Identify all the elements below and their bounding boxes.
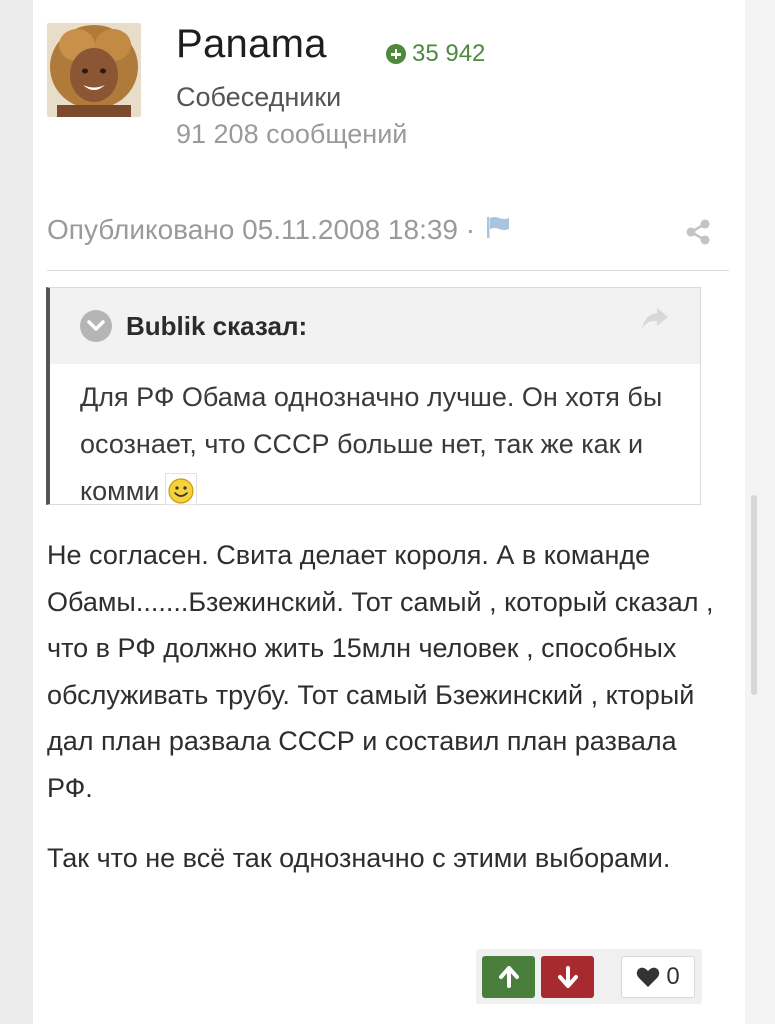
arrow-down-icon — [557, 966, 578, 988]
scrollbar-thumb[interactable] — [751, 495, 757, 695]
arrow-up-icon — [498, 966, 519, 988]
downvote-button[interactable] — [541, 956, 594, 998]
scrollbar-track[interactable] — [745, 0, 775, 1024]
divider — [47, 270, 729, 271]
author-name[interactable]: Panama — [176, 22, 327, 67]
plus-circle-icon — [386, 44, 406, 64]
quote-author: Bublik сказал: — [126, 310, 308, 341]
published-date[interactable]: Опубликовано 05.11.2008 18:39 · — [47, 214, 475, 246]
author-group: Собеседники — [176, 82, 342, 112]
quote-header[interactable]: Bublik сказал: — [50, 288, 700, 364]
post-paragraph: Так что не всё так однозначно с этими вы… — [47, 843, 671, 873]
share-icon[interactable] — [684, 218, 712, 251]
like-count: 0 — [666, 963, 680, 990]
chevron-down-icon[interactable] — [80, 310, 112, 342]
post-paragraph: Не согласен. Свита делает короля. А в ко… — [47, 540, 714, 803]
reaction-bar: 0 — [476, 949, 702, 1004]
heart-icon — [637, 967, 660, 987]
reputation-count: 35 942 — [412, 40, 486, 67]
quote-text: Для РФ Обама однозначно лучше. Он хотя б… — [50, 364, 700, 515]
post-meta: Опубликовано 05.11.2008 18:39 · — [47, 214, 511, 246]
like-button[interactable]: 0 — [621, 956, 695, 998]
upvote-button[interactable] — [482, 956, 535, 998]
post-content: Не согласен. Свита делает короля. А в ко… — [47, 532, 727, 906]
reputation-badge: 35 942 — [386, 40, 485, 68]
avatar[interactable] — [47, 23, 141, 117]
author-post-count: 91 208 сообщений — [176, 119, 408, 149]
smiley-icon — [165, 473, 198, 505]
go-to-quote-icon[interactable] — [640, 306, 670, 337]
flag-icon[interactable] — [485, 214, 511, 246]
quote-block: Bublik сказал: Для РФ Обама однозначно л… — [46, 287, 701, 506]
